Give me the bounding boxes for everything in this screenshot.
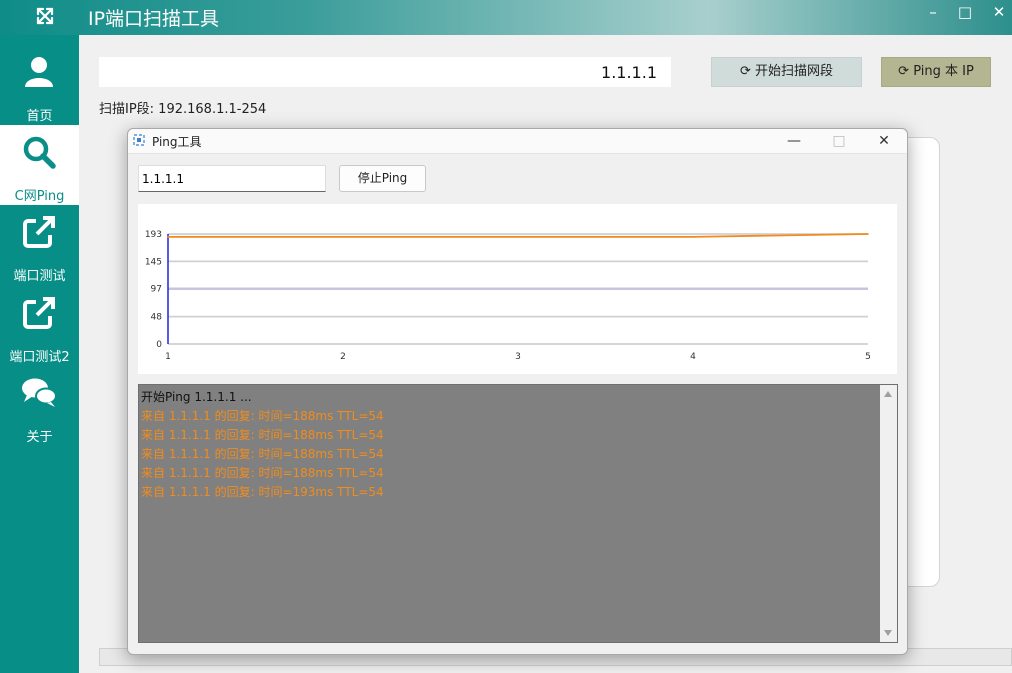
sidebar-item-about[interactable]: 关于 [0, 366, 79, 446]
search-icon [23, 136, 56, 169]
refresh-icon: ⟳ [739, 64, 755, 79]
sidebar-item-label: 关于 [26, 430, 53, 445]
dialog-title: Ping工具 [152, 135, 202, 149]
ping-ip-input[interactable] [138, 165, 326, 192]
ping-latency-chart: 0 48 97 145 193 1 2 3 4 5 [138, 204, 897, 374]
data-point [867, 233, 869, 235]
chat-bubbles-icon [22, 378, 57, 407]
dialog-titlebar: Ping工具 — □ ✕ [128, 129, 907, 154]
x-tick-label: 5 [865, 352, 871, 362]
log-lines: 开始Ping 1.1.1.1 ... 来自 1.1.1.1 的回复: 时间=188… [141, 388, 384, 502]
sidebar-item-home[interactable]: 首页 [0, 45, 79, 125]
y-tick-label: 0 [156, 340, 162, 350]
y-tick-label: 145 [145, 257, 162, 267]
ping-log[interactable]: 开始Ping 1.1.1.1 ... 来自 1.1.1.1 的回复: 时间=188… [138, 384, 898, 643]
external-link-icon [23, 216, 55, 248]
close-button[interactable]: ✕ [986, 2, 1012, 22]
user-icon [25, 57, 53, 87]
y-tick-label: 97 [151, 285, 162, 295]
sidebar-item-port-test-2[interactable]: 端口测试2 [0, 286, 79, 366]
log-line: 来自 1.1.1.1 的回复: 时间=188ms TTL=54 [141, 409, 384, 423]
app-titlebar: IP端口扫描工具 – □ ✕ [0, 0, 1012, 35]
y-tick-label: 48 [151, 313, 163, 323]
sidebar: 首页 C网Ping 端口测试 端口测试2 关于 [0, 35, 79, 673]
scan-range-button-label: 开始扫描网段 [755, 64, 834, 79]
ip-input[interactable] [99, 57, 671, 87]
log-line: 来自 1.1.1.1 的回复: 时间=188ms TTL=54 [141, 466, 384, 480]
ping-ip-button-label: Ping 本 IP [913, 64, 974, 79]
x-tick-label: 2 [340, 352, 346, 362]
log-scrollbar[interactable] [880, 385, 897, 642]
external-link-icon [23, 297, 55, 329]
x-tick-label: 4 [690, 352, 696, 362]
log-line: 来自 1.1.1.1 的回复: 时间=188ms TTL=54 [141, 428, 384, 442]
chart-svg: 0 48 97 145 193 1 2 3 4 5 [145, 230, 871, 362]
sidebar-item-label: 端口测试2 [9, 350, 70, 365]
minimize-button[interactable]: – [920, 2, 946, 22]
data-point [517, 236, 519, 238]
sidebar-item-cping[interactable]: C网Ping [0, 125, 79, 205]
stop-ping-button[interactable]: 停止Ping [339, 165, 426, 192]
ping-dialog: Ping工具 — □ ✕ 停止Ping 0 48 97 145 193 1 2 3 4 5 开始P… [127, 128, 908, 655]
scroll-down-icon[interactable] [884, 630, 892, 636]
sidebar-item-port-test[interactable]: 端口测试 [0, 205, 79, 285]
x-tick-label: 3 [515, 352, 521, 362]
y-tick-label: 193 [145, 230, 162, 240]
app-window-icon [133, 134, 145, 146]
log-line: 来自 1.1.1.1 的回复: 时间=193ms TTL=54 [141, 485, 384, 499]
scan-range-text: 扫描IP段: 192.168.1.1-254 [99, 102, 267, 117]
sidebar-item-label: C网Ping [14, 189, 65, 204]
data-point [342, 236, 344, 238]
maximize-button[interactable]: □ [952, 2, 978, 22]
scroll-up-icon[interactable] [884, 391, 892, 397]
expand-arrows-icon [34, 5, 56, 27]
scan-range-button[interactable]: ⟳ 开始扫描网段 [711, 57, 862, 87]
sidebar-item-label: 端口测试 [13, 269, 66, 284]
dialog-close-button[interactable]: ✕ [872, 131, 896, 151]
dialog-minimize-button[interactable]: — [782, 131, 806, 151]
data-point [692, 236, 694, 238]
data-point [167, 236, 169, 238]
log-line: 来自 1.1.1.1 的回复: 时间=188ms TTL=54 [141, 447, 384, 461]
app-title: IP端口扫描工具 [88, 8, 220, 30]
dialog-maximize-button[interactable]: □ [827, 131, 851, 151]
sidebar-item-label: 首页 [26, 109, 53, 124]
log-line: 开始Ping 1.1.1.1 ... [141, 390, 252, 404]
refresh-icon: ⟳ [898, 64, 914, 79]
ping-ip-button[interactable]: ⟳ Ping 本 IP [881, 57, 991, 87]
x-tick-label: 1 [165, 352, 171, 362]
